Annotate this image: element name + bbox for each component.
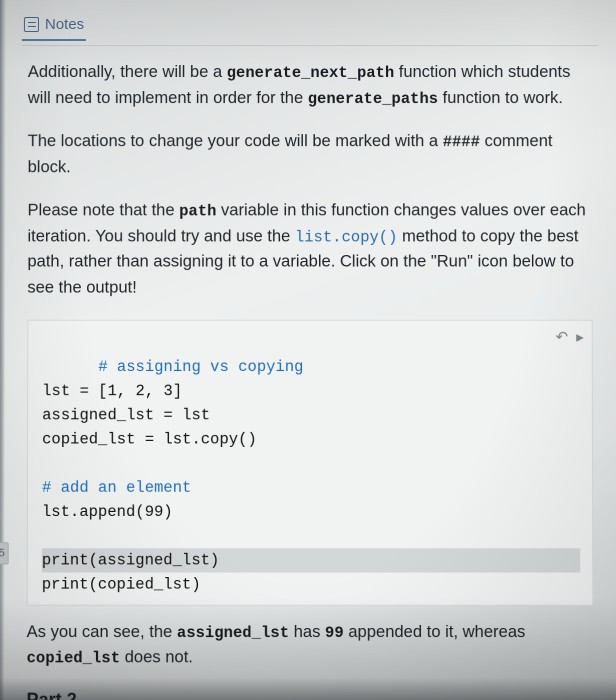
code-comment: # assigning vs copying <box>98 357 303 375</box>
code-line: print(copied_lst) <box>42 575 201 593</box>
code-method-list-copy: list.copy() <box>295 228 398 246</box>
code-comment: # add an element <box>42 478 191 496</box>
run-icon[interactable]: ▸ <box>576 326 584 349</box>
code-var-path: path <box>179 203 216 221</box>
page-left-edge <box>0 0 6 700</box>
code-line: lst.append(99) <box>42 503 173 521</box>
code-var-copied-lst: copied_lst <box>27 649 121 667</box>
undo-icon[interactable]: ↶ <box>556 326 569 349</box>
code-val-99: 99 <box>325 624 344 642</box>
tab-label: Notes <box>45 16 84 33</box>
notes-icon <box>24 17 39 32</box>
document-page: Notes Additionally, there will be a gene… <box>0 0 616 700</box>
code-line: assigned_lst = lst <box>42 406 210 424</box>
heading-part-2: Part 2 <box>26 689 593 700</box>
code-fn-generate-paths: generate_paths <box>308 90 438 108</box>
paragraph-4: As you can see, the assigned_lst has 99 … <box>27 620 594 672</box>
code-var-assigned-lst: assigned_lst <box>177 624 289 642</box>
paragraph-3: Please note that the path variable in th… <box>27 199 592 302</box>
side-handle[interactable]: 5 <box>0 542 9 564</box>
paragraph-2: The locations to change your code will b… <box>28 129 593 180</box>
tab-notes[interactable]: Notes <box>22 14 86 41</box>
code-fn-generate-next-path: generate_next_path <box>227 64 395 82</box>
code-marker-hash: #### <box>443 133 480 151</box>
content-body: Additionally, there will be a generate_n… <box>20 46 599 700</box>
tab-row: Notes <box>22 14 598 46</box>
side-handle-label: 5 <box>0 547 5 559</box>
paragraph-1: Additionally, there will be a generate_n… <box>28 60 592 111</box>
code-line-highlight: print(assigned_lst) <box>42 548 580 572</box>
code-line: copied_lst = lst.copy() <box>42 430 257 448</box>
code-block: ↶ ▸ # assigning vs copying lst = [1, 2, … <box>27 319 594 605</box>
code-toolbar: ↶ ▸ <box>556 326 584 349</box>
code-line: lst = [1, 2, 3] <box>42 382 182 400</box>
